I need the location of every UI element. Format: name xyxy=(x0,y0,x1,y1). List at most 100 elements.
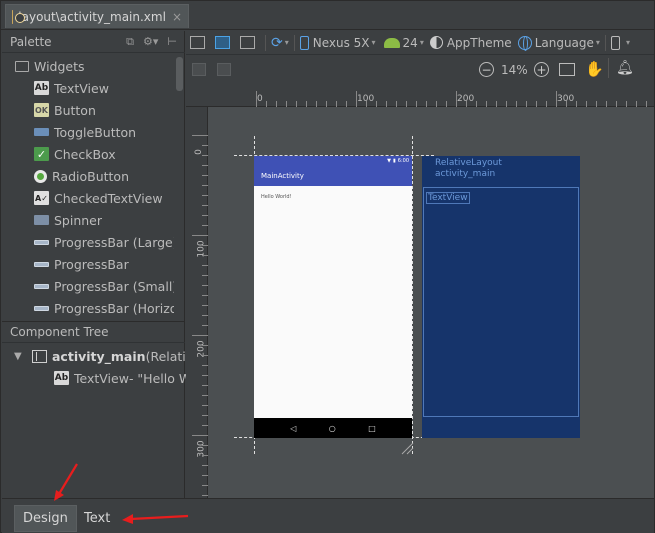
design-canvas[interactable]: 0 100 200 300 0 100 200 300 ▼ ▮ 6:00 Mai… xyxy=(186,85,654,498)
button-icon: OK xyxy=(34,103,49,117)
notification-bell-icon[interactable]: 🔔︎ xyxy=(616,60,634,76)
layout-type: RelativeLayout xyxy=(435,158,502,168)
ruler-tick xyxy=(316,101,317,107)
toggle-button-icon xyxy=(34,128,49,136)
pin-icon[interactable]: ⊢ xyxy=(167,35,177,49)
theme-icon xyxy=(429,36,443,49)
palette-item-label: CheckBox xyxy=(54,146,116,162)
palette-item-progressbar-large[interactable]: ProgressBar (Large) xyxy=(2,231,174,253)
ruler-tick xyxy=(202,175,208,176)
palette-title: Palette xyxy=(10,34,52,49)
ruler-tick xyxy=(296,101,297,107)
collapse-icon[interactable]: ⧉ xyxy=(126,35,134,49)
theme-selector[interactable]: AppTheme xyxy=(429,32,512,54)
ruler-tick xyxy=(406,101,407,107)
ruler-tick xyxy=(606,101,607,107)
arrow-to-text-tab xyxy=(130,514,189,521)
close-icon[interactable]: × xyxy=(172,10,182,24)
align-icon[interactable] xyxy=(192,63,206,76)
blueprint-surface-icon[interactable] xyxy=(215,36,230,49)
ruler-tick xyxy=(386,101,387,107)
palette-item-radiobutton[interactable]: RadioButton xyxy=(2,165,174,187)
palette-item-checkbox[interactable]: ✓ CheckBox xyxy=(2,143,174,165)
status-bar: ▼ ▮ 6:00 xyxy=(254,156,412,165)
ruler-tick xyxy=(202,425,208,426)
palette-item-label: ToggleButton xyxy=(54,124,137,140)
relative-layout-icon xyxy=(32,349,47,363)
ruler-tick xyxy=(202,145,208,146)
tree-item-activity-main[interactable]: ▼ activity_main (Relative xyxy=(14,345,201,367)
ruler-tick xyxy=(416,101,417,107)
ruler-tick xyxy=(396,101,397,107)
navigation-bar: ◁ ○ □ xyxy=(254,418,412,438)
zoom-to-fit-icon[interactable] xyxy=(559,63,575,76)
device-frame-button[interactable]: ▾ xyxy=(610,32,630,54)
resize-handle-icon[interactable] xyxy=(400,441,414,455)
file-tab-activity-main[interactable]: layout\activity_main.xml × xyxy=(5,4,189,28)
editor-toolbar: ⟳ ▾ Nexus 5X ▾ 24 ▾ AppTheme Language ▾ ▾ xyxy=(186,31,654,55)
ruler-tick xyxy=(336,101,337,107)
palette-item-textview[interactable]: Ab TextView xyxy=(2,77,174,99)
zoom-toolbar: − 14% + ✋ 🔔︎ xyxy=(186,56,654,84)
both-surfaces-icon[interactable] xyxy=(240,36,255,49)
palette-item-progressbar-small[interactable]: ProgressBar (Small) xyxy=(2,275,174,297)
device-selector[interactable]: Nexus 5X ▾ xyxy=(299,32,376,54)
recents-icon: □ xyxy=(368,423,376,433)
ruler-tick xyxy=(202,215,208,216)
ruler-tick xyxy=(496,101,497,107)
ruler-tick xyxy=(586,101,587,107)
tree-item-textview[interactable]: Ab TextView - "Hello W xyxy=(54,367,191,389)
palette-item-label: Widgets xyxy=(34,58,85,74)
palette-item-label: ProgressBar xyxy=(54,256,129,272)
palette-item-button[interactable]: OK Button xyxy=(2,99,174,121)
device-preview[interactable]: ▼ ▮ 6:00 MainActivity Hello World! ◁ ○ □ xyxy=(254,156,412,438)
api-selector[interactable]: 24 ▾ xyxy=(383,32,424,54)
gear-icon[interactable]: ⚙▾ xyxy=(143,35,158,49)
blueprint-relativelayout[interactable]: TextView xyxy=(423,187,579,417)
vertical-ruler: 0 100 200 300 xyxy=(186,107,208,498)
expand-arrow-icon[interactable]: ▼ xyxy=(14,351,24,362)
ruler-tick xyxy=(306,101,307,107)
ruler-tick xyxy=(202,265,208,266)
ruler-tick xyxy=(486,101,487,107)
design-surface-icon[interactable] xyxy=(190,36,205,49)
palette-item-checkedtextview[interactable]: A✓ CheckedTextView xyxy=(2,187,174,209)
checkbox-icon: ✓ xyxy=(34,147,49,161)
zoom-out-icon[interactable]: − xyxy=(479,62,494,77)
zoom-in-icon[interactable]: + xyxy=(534,62,549,77)
ruler-tick xyxy=(202,255,208,256)
ruler-tick xyxy=(202,185,208,186)
ruler-tick xyxy=(576,101,577,107)
app-bar: MainActivity xyxy=(254,165,412,186)
palette-item-spinner[interactable]: Spinner xyxy=(2,209,174,231)
ruler-tick xyxy=(476,101,477,107)
ruler-label: 0 xyxy=(193,149,204,155)
ruler-tick xyxy=(202,285,208,286)
radio-button-icon xyxy=(34,169,47,183)
distribute-icon[interactable] xyxy=(217,63,231,76)
hello-textview[interactable]: Hello World! xyxy=(261,194,292,200)
pan-hand-icon[interactable]: ✋ xyxy=(585,60,604,78)
palette-list: Widgets Ab TextView OK Button ToggleButt… xyxy=(2,55,174,317)
language-selector[interactable]: Language ▾ xyxy=(517,32,600,54)
progressbar-icon xyxy=(34,305,49,311)
scrollbar-thumb[interactable] xyxy=(176,57,183,91)
palette-group-widgets[interactable]: Widgets xyxy=(2,55,174,77)
textview-icon: Ab xyxy=(34,81,49,95)
blueprint-textview[interactable]: TextView xyxy=(426,192,470,204)
ruler-tick xyxy=(436,101,437,107)
blueprint-view[interactable]: RelativeLayout activity_main TextView xyxy=(422,156,580,438)
ruler-tick xyxy=(566,101,567,107)
palette-item-progressbar[interactable]: ProgressBar xyxy=(2,253,174,275)
ruler-tick xyxy=(202,365,208,366)
ruler-tick xyxy=(286,101,287,107)
ruler-tick xyxy=(466,101,467,107)
palette-item-progressbar-horizontal[interactable]: ProgressBar (Horizont xyxy=(2,297,174,317)
ruler-tick xyxy=(346,101,347,107)
ruler-tick xyxy=(536,101,537,107)
ruler-tick xyxy=(546,101,547,107)
palette-item-togglebutton[interactable]: ToggleButton xyxy=(2,121,174,143)
status-time: 6:00 xyxy=(397,157,409,164)
palette-scrollbar[interactable] xyxy=(175,55,184,317)
orientation-button[interactable]: ⟳ ▾ xyxy=(271,32,289,54)
